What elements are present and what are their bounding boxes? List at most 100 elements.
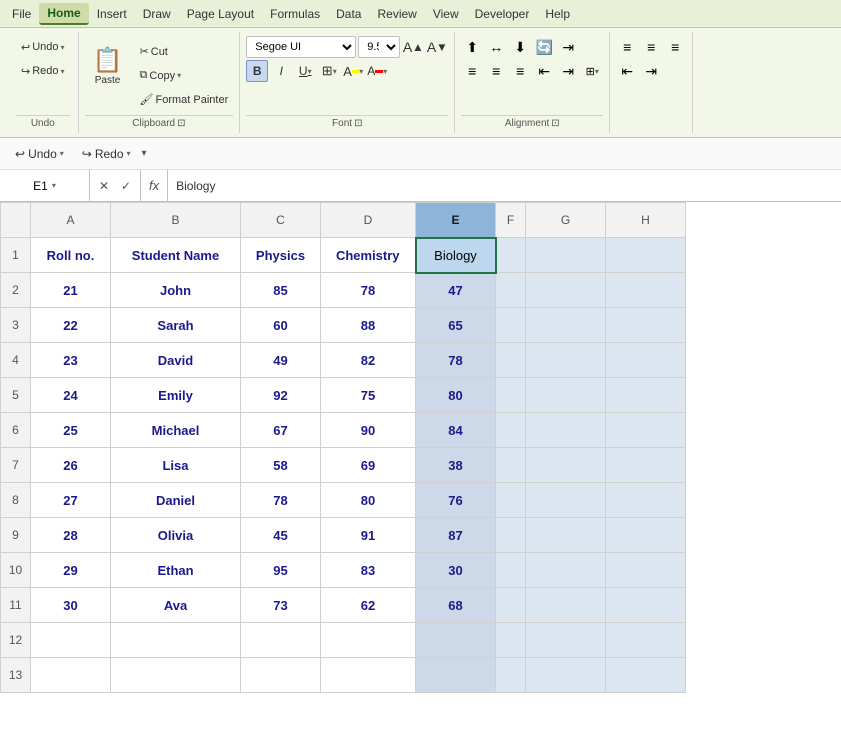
cell-9-F[interactable] xyxy=(496,518,526,553)
cell-reference-box[interactable]: E1 ▾ xyxy=(0,170,90,201)
cell-4-F[interactable] xyxy=(496,343,526,378)
cell-12-A[interactable] xyxy=(31,623,111,658)
cell-6-H[interactable] xyxy=(606,413,686,448)
col-header-B[interactable]: B xyxy=(111,203,241,238)
cell-11-G[interactable] xyxy=(526,588,606,623)
cell-6-A[interactable]: 25 xyxy=(31,413,111,448)
extra-btn5[interactable]: ⇥ xyxy=(640,60,662,82)
cell-6-B[interactable]: Michael xyxy=(111,413,241,448)
cell-7-G[interactable] xyxy=(526,448,606,483)
underline-dropdown-arrow[interactable]: ▾ xyxy=(308,67,312,76)
cell-5-F[interactable] xyxy=(496,378,526,413)
cell-11-A[interactable]: 30 xyxy=(31,588,111,623)
row-header-4[interactable]: 4 xyxy=(1,343,31,378)
cell-4-H[interactable] xyxy=(606,343,686,378)
cell-13-A[interactable] xyxy=(31,658,111,693)
cell-8-B[interactable]: Daniel xyxy=(111,483,241,518)
copy-button[interactable]: ⧉ Copy ▾ xyxy=(135,65,234,87)
cell-4-E[interactable]: 78 xyxy=(416,343,496,378)
cell-4-A[interactable]: 23 xyxy=(31,343,111,378)
cell-3-D[interactable]: 88 xyxy=(321,308,416,343)
cell-4-B[interactable]: David xyxy=(111,343,241,378)
cell-11-B[interactable]: Ava xyxy=(111,588,241,623)
cell-9-C[interactable]: 45 xyxy=(241,518,321,553)
cell-7-H[interactable] xyxy=(606,448,686,483)
cell-6-G[interactable] xyxy=(526,413,606,448)
increase-indent-button[interactable]: ⇥ xyxy=(557,60,579,82)
cell-8-F[interactable] xyxy=(496,483,526,518)
cell-4-G[interactable] xyxy=(526,343,606,378)
cell-10-G[interactable] xyxy=(526,553,606,588)
cell-8-E[interactable]: 76 xyxy=(416,483,496,518)
cell-9-H[interactable] xyxy=(606,518,686,553)
col-header-C[interactable]: C xyxy=(241,203,321,238)
cell-13-G[interactable] xyxy=(526,658,606,693)
cell-10-A[interactable]: 29 xyxy=(31,553,111,588)
spreadsheet-container[interactable]: A B C D E F G H 1Roll no.Student NamePhy… xyxy=(0,202,841,751)
align-middle-button[interactable]: ↔ xyxy=(485,36,507,58)
cell-12-F[interactable] xyxy=(496,623,526,658)
col-header-A[interactable]: A xyxy=(31,203,111,238)
cell-11-C[interactable]: 73 xyxy=(241,588,321,623)
row-header-1[interactable]: 1 xyxy=(1,238,31,273)
align-bottom-button[interactable]: ⬇ xyxy=(509,36,531,58)
fill-color-arrow[interactable]: ▾ xyxy=(359,67,363,76)
cell-3-F[interactable] xyxy=(496,308,526,343)
cell-1-D[interactable]: Chemistry xyxy=(321,238,416,273)
cancel-formula-button[interactable]: ✕ xyxy=(94,176,114,196)
cell-10-D[interactable]: 83 xyxy=(321,553,416,588)
decrease-indent-button[interactable]: ⇤ xyxy=(533,60,555,82)
cell-3-C[interactable]: 60 xyxy=(241,308,321,343)
row-header-3[interactable]: 3 xyxy=(1,308,31,343)
cell-10-E[interactable]: 30 xyxy=(416,553,496,588)
cell-4-C[interactable]: 49 xyxy=(241,343,321,378)
cell-8-D[interactable]: 80 xyxy=(321,483,416,518)
cell-1-F[interactable] xyxy=(496,238,526,273)
cell-13-H[interactable] xyxy=(606,658,686,693)
cell-3-E[interactable]: 65 xyxy=(416,308,496,343)
extra-btn1[interactable]: ≡ xyxy=(616,36,638,58)
cell-1-C[interactable]: Physics xyxy=(241,238,321,273)
cell-7-F[interactable] xyxy=(496,448,526,483)
cell-7-A[interactable]: 26 xyxy=(31,448,111,483)
cell-6-F[interactable] xyxy=(496,413,526,448)
row-header-11[interactable]: 11 xyxy=(1,588,31,623)
cell-12-E[interactable] xyxy=(416,623,496,658)
italic-button[interactable]: I xyxy=(270,60,292,82)
cell-12-H[interactable] xyxy=(606,623,686,658)
cell-2-F[interactable] xyxy=(496,273,526,308)
cell-5-E[interactable]: 80 xyxy=(416,378,496,413)
wrap-text-button[interactable]: ⇥ xyxy=(557,36,579,58)
cell-11-D[interactable]: 62 xyxy=(321,588,416,623)
cell-9-A[interactable]: 28 xyxy=(31,518,111,553)
cell-10-F[interactable] xyxy=(496,553,526,588)
font-expand-icon[interactable]: ⊡ xyxy=(354,118,362,129)
cell-8-G[interactable] xyxy=(526,483,606,518)
cell-5-G[interactable] xyxy=(526,378,606,413)
cell-1-G[interactable] xyxy=(526,238,606,273)
fill-color-button[interactable]: A ▾ xyxy=(342,60,364,82)
paste-button[interactable]: 📋 Paste xyxy=(85,36,131,96)
cell-2-A[interactable]: 21 xyxy=(31,273,111,308)
font-name-select[interactable]: Segoe UI xyxy=(246,36,356,58)
cell-9-G[interactable] xyxy=(526,518,606,553)
font-color-button[interactable]: A ▾ xyxy=(366,60,388,82)
cell-1-E[interactable]: Biology xyxy=(416,238,496,273)
cell-12-B[interactable] xyxy=(111,623,241,658)
row-header-5[interactable]: 5 xyxy=(1,378,31,413)
cell-10-B[interactable]: Ethan xyxy=(111,553,241,588)
menu-developer[interactable]: Developer xyxy=(467,4,538,24)
redo-dropdown-arrow[interactable]: ▾ xyxy=(61,67,65,76)
cell-3-A[interactable]: 22 xyxy=(31,308,111,343)
font-color-arrow[interactable]: ▾ xyxy=(383,67,387,76)
cell-7-D[interactable]: 69 xyxy=(321,448,416,483)
cell-11-E[interactable]: 68 xyxy=(416,588,496,623)
format-painter-button[interactable]: 🖌 Format Painter xyxy=(135,89,234,111)
cell-8-C[interactable]: 78 xyxy=(241,483,321,518)
cell-5-C[interactable]: 92 xyxy=(241,378,321,413)
cell-2-E[interactable]: 47 xyxy=(416,273,496,308)
menu-page-layout[interactable]: Page Layout xyxy=(179,4,262,24)
quick-redo-button[interactable]: ↪ Redo ▾ xyxy=(75,144,138,164)
cell-8-A[interactable]: 27 xyxy=(31,483,111,518)
cell-13-E[interactable] xyxy=(416,658,496,693)
